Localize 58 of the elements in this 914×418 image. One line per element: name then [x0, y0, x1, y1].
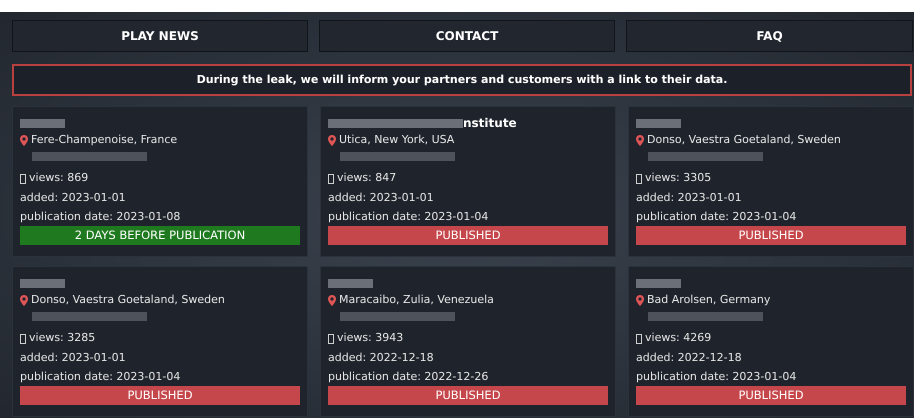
map-pin-icon [636, 295, 644, 306]
publication-date: publication date: 2023-01-04 [636, 210, 796, 223]
redacted-name-block [20, 278, 65, 288]
map-pin-icon [328, 135, 336, 146]
views-count: views: 847 [337, 170, 396, 186]
missing-glyph-icon [328, 174, 334, 184]
location-text: Bad Arolsen, Germany [647, 292, 770, 308]
map-pin-icon [20, 295, 28, 306]
added-date: added: 2023-01-01 [328, 191, 434, 204]
views-count: views: 3943 [337, 330, 404, 346]
status-badge: 2 DAYS BEFORE PUBLICATION [20, 226, 300, 245]
status-badge: PUBLISHED [328, 226, 608, 245]
publication-date: publication date: 2023-01-04 [328, 210, 488, 223]
location-text: Maracaibo, Zulia, Venezuela [339, 292, 494, 308]
views-count: views: 869 [29, 170, 88, 186]
status-badge: PUBLISHED [328, 386, 608, 405]
victim-card[interactable]: Fere-Champenoise, France views: 869 added: 2023-01-01 publication date: 2023-01-08 2 DAYS BEFORE PUBLICATION [12, 106, 308, 257]
location-text: Utica, New York, USA [339, 132, 454, 148]
card-title: nstitute [463, 115, 517, 132]
missing-glyph-icon [636, 334, 642, 344]
location-text: Donso, Vaestra Goetaland, Sweden [647, 132, 841, 148]
publication-date: publication date: 2023-01-04 [20, 370, 180, 383]
location-text: Fere-Champenoise, France [31, 132, 178, 148]
added-date: added: 2022-12-18 [328, 351, 434, 364]
nav-button[interactable]: PLAY NEWS [12, 20, 308, 52]
views-count: views: 3285 [29, 330, 96, 346]
status-badge: PUBLISHED [636, 386, 906, 405]
location-text: Donso, Vaestra Goetaland, Sweden [31, 292, 225, 308]
redacted-name-block [636, 118, 681, 128]
missing-glyph-icon [20, 174, 26, 184]
redacted-name-block [20, 118, 65, 128]
added-date: added: 2023-01-01 [20, 191, 126, 204]
nav-button[interactable]: CONTACT [319, 20, 615, 52]
status-badge: PUBLISHED [20, 386, 300, 405]
map-pin-icon [328, 295, 336, 306]
missing-glyph-icon [328, 334, 334, 344]
added-date: added: 2023-01-01 [636, 191, 742, 204]
publication-date: publication date: 2022-12-26 [328, 370, 488, 383]
added-date: added: 2022-12-18 [636, 351, 742, 364]
publication-date: publication date: 2023-01-08 [20, 210, 180, 223]
status-badge: PUBLISHED [636, 226, 906, 245]
redacted-name-block [636, 278, 681, 288]
victim-card[interactable]: Donso, Vaestra Goetaland, Sweden views: 3305 added: 2023-01-01 publication date: 2023-01-04 PUBLISHED [628, 106, 914, 257]
added-date: added: 2023-01-01 [20, 351, 126, 364]
victim-card[interactable]: Donso, Vaestra Goetaland, Sweden views: 3285 added: 2023-01-01 publication date: 2023-01-04 PUBLISHED [12, 266, 308, 417]
views-count: views: 3305 [645, 170, 712, 186]
views-count: views: 4269 [645, 330, 712, 346]
missing-glyph-icon [20, 334, 26, 344]
publication-date: publication date: 2023-01-04 [636, 370, 796, 383]
nav-button[interactable]: FAQ [626, 20, 913, 52]
missing-glyph-icon [636, 174, 642, 184]
victim-card[interactable]: Maracaibo, Zulia, Venezuela views: 3943 added: 2022-12-18 publication date: 2022-12-26 PUBLISHED [320, 266, 616, 417]
map-pin-icon [20, 135, 28, 146]
notice-banner: During the leak, we will inform your partners and customers with a link to their data. [12, 64, 912, 96]
map-pin-icon [636, 135, 644, 146]
victim-card[interactable]: nstitute Utica, New York, USA views: 847 added: 2023-01-01 publication date: 2023-01-04 PUBLISHED [320, 106, 616, 257]
victim-card[interactable]: Bad Arolsen, Germany views: 4269 added: 2022-12-18 publication date: 2023-01-04 PUBLISHED [628, 266, 914, 417]
redacted-name-block [328, 278, 373, 288]
